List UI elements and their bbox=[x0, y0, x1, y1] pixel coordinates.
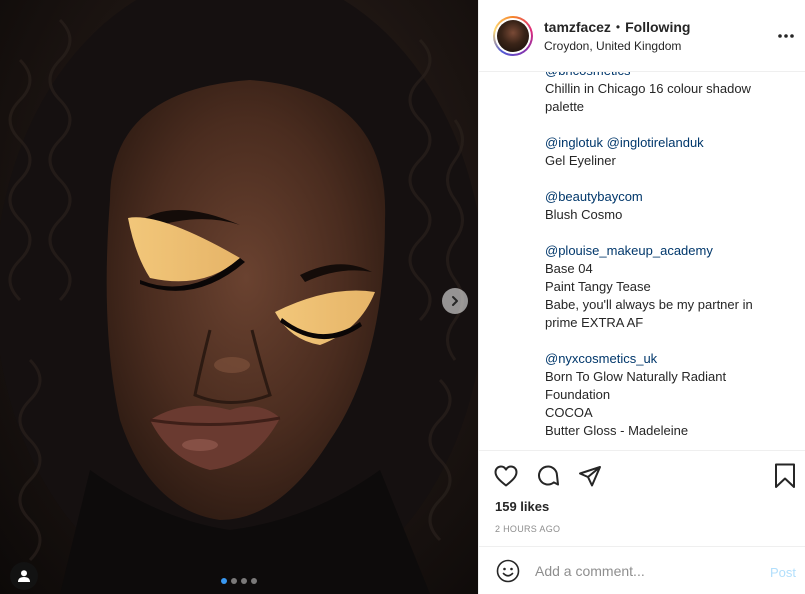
carousel-dot bbox=[221, 578, 227, 584]
caption-text-line: palette bbox=[545, 99, 585, 114]
bookmark-icon bbox=[775, 463, 795, 488]
caption-mention-line: @inglotuk @inglotirelanduk bbox=[545, 134, 792, 152]
comment-input[interactable] bbox=[535, 562, 755, 579]
post-timestamp[interactable]: 2 HOURS AGO bbox=[495, 524, 560, 534]
caption-mention-line: @bhcosmetics bbox=[545, 72, 792, 80]
tagged-users-button[interactable] bbox=[10, 562, 38, 590]
mention-link[interactable]: @nyxcosmetics_uk bbox=[545, 351, 657, 366]
mention-link[interactable]: @bhcosmetics bbox=[545, 72, 630, 78]
emoji-icon bbox=[496, 559, 520, 582]
following-button[interactable]: Following bbox=[625, 18, 690, 36]
caption-text-line: Blush Cosmo bbox=[545, 207, 623, 222]
share-icon bbox=[579, 466, 601, 487]
post-caption: @bhcosmetics Chillin in Chicago 16 colour… bbox=[479, 72, 805, 450]
post-comment-button[interactable]: Post bbox=[770, 565, 796, 580]
comment-form: Post bbox=[479, 546, 805, 594]
carousel-next-button[interactable] bbox=[442, 288, 468, 314]
caption-mention-line: @plouise_makeup_academy bbox=[545, 242, 792, 260]
caption-text-line: prime EXTRA AF bbox=[545, 315, 644, 330]
mention-link[interactable]: @beautybaycom bbox=[545, 189, 643, 204]
emoji-button[interactable] bbox=[495, 558, 521, 584]
likes-count[interactable]: 159 likes bbox=[495, 499, 549, 514]
post-actions: 159 likes 2 HOURS AGO bbox=[479, 450, 805, 546]
separator-dot: • bbox=[615, 20, 621, 34]
caption-mention-line: @nyxcosmetics_uk bbox=[545, 350, 792, 368]
caption-text-line: Foundation bbox=[545, 387, 611, 402]
post-media[interactable] bbox=[0, 0, 478, 594]
heart-icon bbox=[494, 465, 518, 487]
share-button[interactable] bbox=[577, 463, 603, 489]
mention-link[interactable]: @inglotirelanduk bbox=[607, 135, 704, 150]
like-button[interactable] bbox=[493, 463, 519, 489]
location-link[interactable]: Croydon, United Kingdom bbox=[544, 39, 690, 53]
more-options-icon bbox=[778, 34, 794, 38]
more-options-button[interactable] bbox=[776, 26, 796, 46]
mention-link[interactable]: @inglotuk bbox=[545, 135, 603, 150]
caption-text-line: Born To Glow Naturally Radiant bbox=[545, 369, 727, 384]
save-button[interactable] bbox=[772, 463, 798, 489]
avatar[interactable] bbox=[497, 19, 529, 52]
caption-text-line: Chillin in Chicago 16 colour shadow bbox=[545, 81, 751, 96]
carousel-dot bbox=[231, 578, 237, 584]
post-side-panel: tamzfacez • Following Croydon, United Ki… bbox=[478, 0, 805, 594]
caption-text-line: Babe, you'll always be my partner in bbox=[545, 297, 753, 312]
caption-text-line: Gel Eyeliner bbox=[545, 153, 616, 168]
carousel-indicator bbox=[221, 578, 257, 584]
chevron-right-icon bbox=[452, 296, 458, 306]
caption-text-line: Paint Tangy Tease bbox=[545, 279, 651, 294]
user-tag-icon bbox=[18, 570, 30, 582]
username-link[interactable]: tamzfacez bbox=[544, 18, 611, 36]
caption-text-line: Base 04 bbox=[545, 261, 593, 276]
mention-link[interactable]: @plouise_makeup_academy bbox=[545, 243, 713, 258]
carousel-dot bbox=[241, 578, 247, 584]
story-ring[interactable] bbox=[493, 15, 533, 56]
carousel-dot bbox=[251, 578, 257, 584]
caption-text-line: Butter Gloss - Madeleine bbox=[545, 423, 689, 438]
post-header: tamzfacez • Following Croydon, United Ki… bbox=[479, 0, 805, 72]
post-photo bbox=[0, 0, 478, 594]
caption-text-line: COCOA bbox=[545, 405, 593, 420]
comment-icon bbox=[538, 465, 559, 486]
comment-button[interactable] bbox=[535, 463, 561, 489]
caption-mention-line: @beautybaycom bbox=[545, 188, 792, 206]
